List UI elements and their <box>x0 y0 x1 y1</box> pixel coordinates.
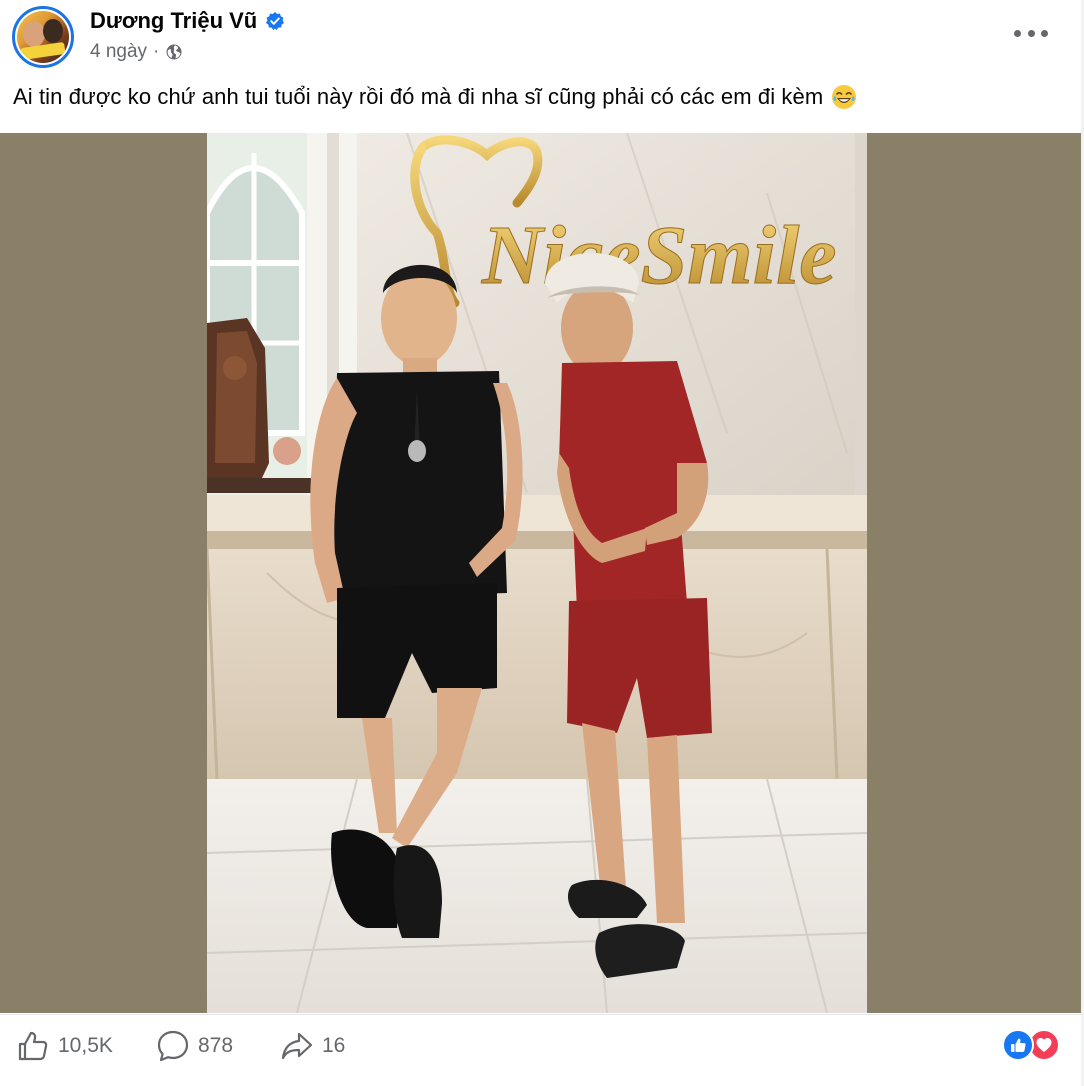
facebook-post: Dương Triệu Vũ 4 ngày · Ai tin được ko c… <box>0 0 1084 1086</box>
sign-text: NiceSmile <box>481 209 837 302</box>
meta-separator: · <box>153 41 160 62</box>
more-dot <box>1027 29 1035 37</box>
post-meta: 4 ngày · <box>90 41 183 63</box>
avatar-image <box>17 11 69 63</box>
author-name-row: Dương Triệu Vũ <box>90 8 285 34</box>
laughing-crying-emoji-icon <box>832 85 857 109</box>
post-timestamp[interactable]: 4 ngày <box>90 41 147 63</box>
share-count: 16 <box>322 1034 346 1057</box>
like-button[interactable]: 10,5K <box>16 1029 113 1063</box>
globe-icon[interactable] <box>165 43 183 61</box>
thumbs-up-icon <box>18 1031 48 1061</box>
post-media: NiceSmile <box>0 133 1084 1013</box>
post-header: Dương Triệu Vũ 4 ngày · <box>0 0 1084 72</box>
author-name[interactable]: Dương Triệu Vũ <box>90 8 257 34</box>
comment-button[interactable]: 878 <box>156 1029 233 1063</box>
photo-illustration: NiceSmile <box>207 133 867 1013</box>
more-dot <box>1014 29 1021 37</box>
post-actions-bar: 10,5K 878 16 <box>0 1014 1084 1086</box>
comment-bubble-icon <box>157 1030 189 1062</box>
more-dot <box>1041 29 1048 37</box>
post-photo[interactable]: NiceSmile <box>207 133 867 1013</box>
comment-count: 878 <box>198 1034 234 1057</box>
share-arrow-icon <box>281 1032 313 1060</box>
verified-badge-icon <box>266 12 285 30</box>
author-avatar[interactable] <box>12 6 74 68</box>
more-options-icon[interactable] <box>1014 20 1048 46</box>
like-count: 10,5K <box>58 1034 113 1057</box>
like-reaction-icon <box>1002 1029 1034 1061</box>
share-button[interactable]: 16 <box>280 1029 345 1063</box>
post-caption: Ai tin được ko chứ anh tui tuổi này rồi … <box>13 84 857 110</box>
caption-text: Ai tin được ko chứ anh tui tuổi này rồi … <box>13 84 824 109</box>
reaction-summary[interactable] <box>1002 1029 1060 1061</box>
